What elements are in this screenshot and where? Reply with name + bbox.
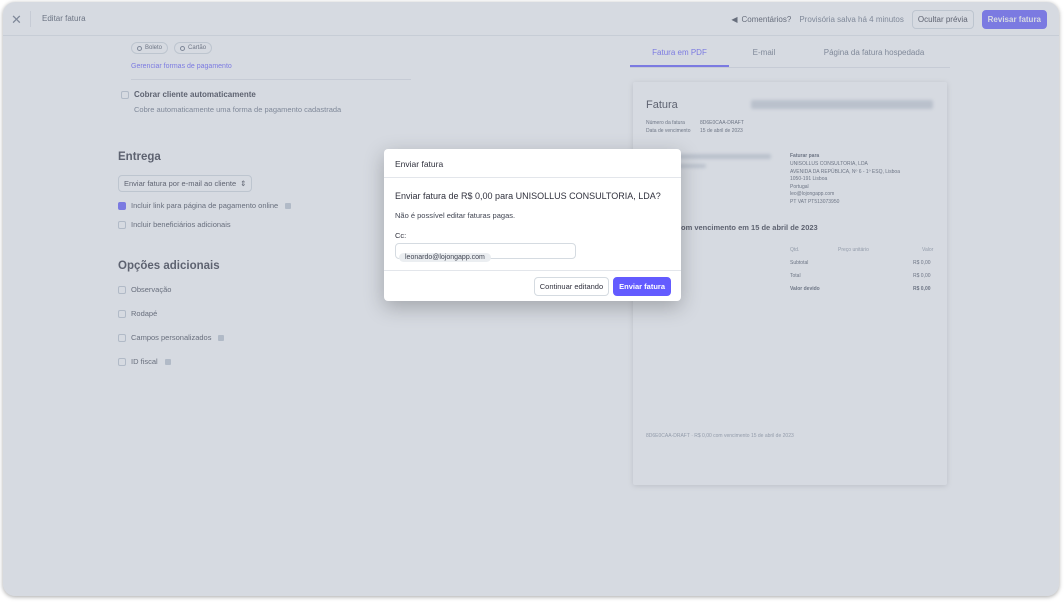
cc-label: Cc:	[395, 231, 407, 240]
dialog-footer: Continuar editando Enviar fatura	[384, 270, 681, 301]
dialog-note: Não é possível editar faturas pagas.	[395, 211, 516, 220]
continue-editing-button[interactable]: Continuar editando	[533, 276, 610, 296]
send-invoice-button[interactable]: Enviar fatura	[613, 276, 671, 296]
dialog-body: Enviar fatura de R$ 0,00 para UNISOLLUS …	[384, 178, 681, 262]
dialog-question: Enviar fatura de R$ 0,00 para UNISOLLUS …	[395, 191, 661, 201]
dialog-header: Enviar fatura	[384, 149, 681, 178]
app-window: ✕ Editar fatura ◀ Comentários? Provisóri…	[3, 2, 1059, 596]
cc-email-chip[interactable]: leonardo@lojongapp.com	[399, 253, 491, 262]
send-invoice-dialog: Enviar fatura Enviar fatura de R$ 0,00 p…	[384, 149, 681, 301]
cc-input[interactable]: leonardo@lojongapp.com	[395, 243, 576, 262]
